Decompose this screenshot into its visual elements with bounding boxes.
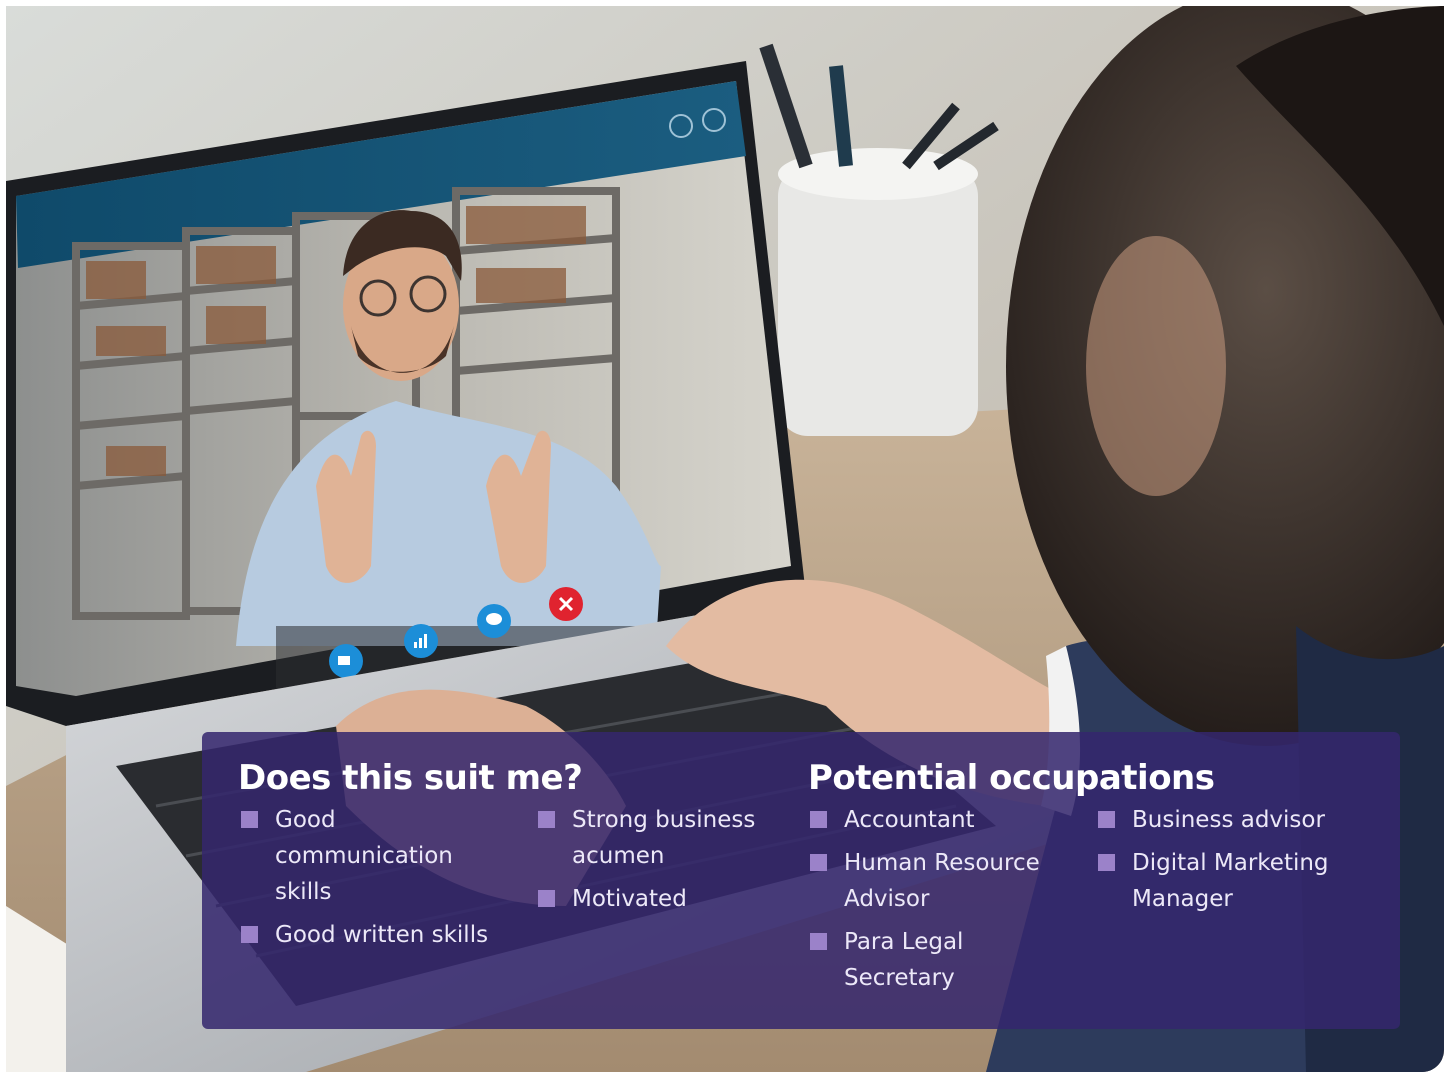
info-panel: Does this suit me? Good communication sk… [202, 732, 1400, 1029]
suit-list-col2: Strong business acumen Motivated [535, 802, 785, 924]
list-item: Good communication skills [238, 802, 493, 910]
list-item: Digital Marketing Manager [1095, 845, 1375, 917]
square-bullet-icon [1098, 811, 1115, 828]
list-item: Human Resource Advisor [807, 845, 1062, 917]
list-item: Accountant [807, 802, 1062, 838]
hero-image-frame: Does this suit me? Good communication sk… [6, 6, 1444, 1072]
square-bullet-icon [241, 926, 258, 943]
square-bullet-icon [810, 811, 827, 828]
square-bullet-icon [810, 854, 827, 871]
occupations-list-col1: Accountant Human Resource Advisor Para L… [807, 802, 1062, 1003]
square-bullet-icon [538, 811, 555, 828]
list-item: Motivated [535, 881, 785, 917]
occupations-heading: Potential occupations [808, 758, 1215, 798]
list-item: Para Legal Secretary [807, 924, 1062, 996]
square-bullet-icon [538, 890, 555, 907]
list-item: Good written skills [238, 917, 493, 953]
suit-list-col1: Good communication skills Good written s… [238, 802, 493, 960]
suit-heading: Does this suit me? [238, 758, 583, 798]
square-bullet-icon [810, 933, 827, 950]
occupations-list-col2: Business advisor Digital Marketing Manag… [1095, 802, 1375, 924]
square-bullet-icon [1098, 854, 1115, 871]
list-item: Strong business acumen [535, 802, 785, 874]
square-bullet-icon [241, 811, 258, 828]
list-item: Business advisor [1095, 802, 1375, 838]
